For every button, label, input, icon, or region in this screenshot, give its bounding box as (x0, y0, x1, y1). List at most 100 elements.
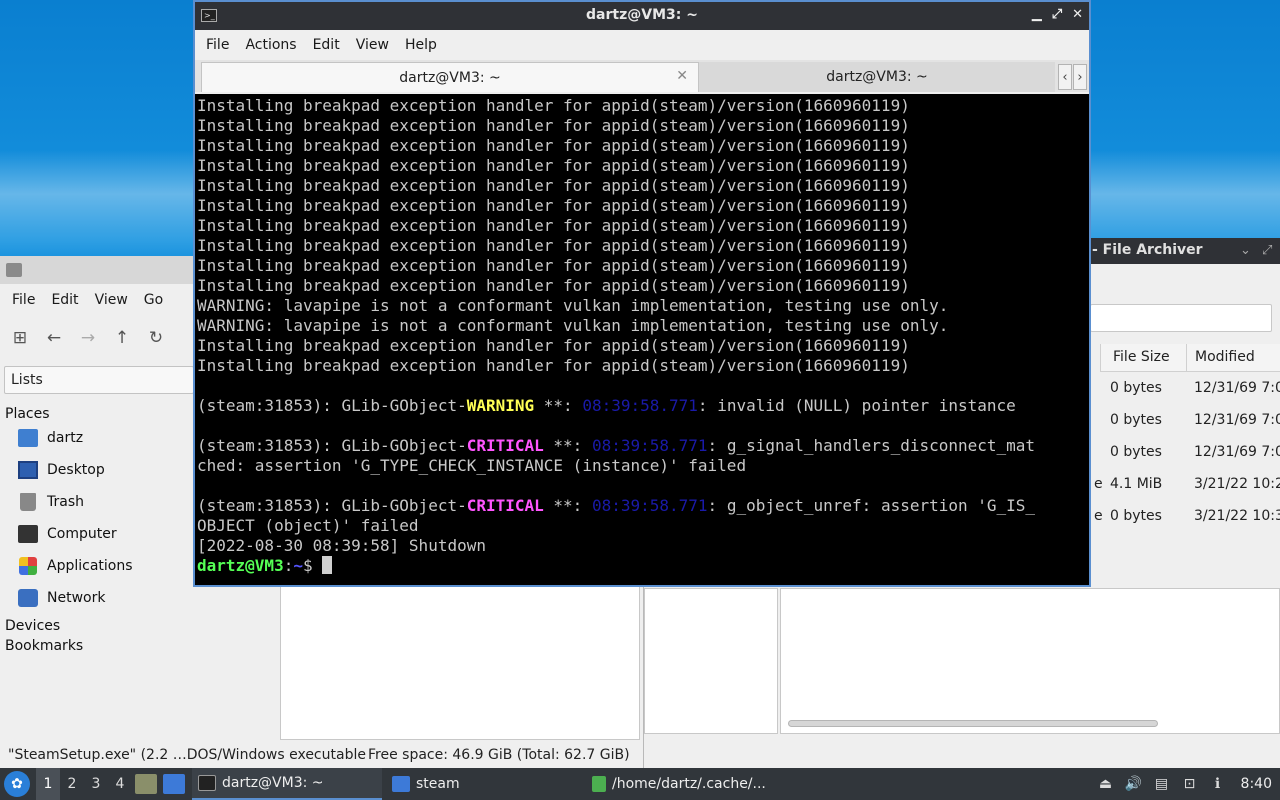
log-source: (steam:31853): GLib-GObject- (197, 396, 467, 415)
output-line: Installing breakpad exception handler fo… (197, 276, 910, 295)
archiver-location-field[interactable] (1090, 304, 1272, 332)
row-name-fragment: e (1094, 476, 1103, 492)
tab-label: dartz@VM3: ~ (826, 69, 928, 85)
start-menu-icon[interactable]: ✿ (4, 771, 30, 797)
column-file-size[interactable]: File Size (1100, 344, 1186, 371)
output-line: Installing breakpad exception handler fo… (197, 216, 910, 235)
output-line: Installing breakpad exception handler fo… (197, 96, 910, 115)
close-icon[interactable]: ✕ (1072, 7, 1083, 22)
task-label: steam (416, 776, 460, 792)
row-size: 0 bytes (1110, 508, 1162, 524)
table-row[interactable]: e 0 bytes 3/21/22 10:3 (1094, 500, 1280, 532)
file-manager-launcher-icon[interactable] (135, 774, 157, 794)
reload-icon[interactable]: ↻ (146, 328, 166, 348)
log-source: (steam:31853): GLib-GObject- (197, 496, 467, 515)
tab-terminal-1[interactable]: dartz@VM3: ~ ✕ (201, 62, 699, 92)
output-line: Installing breakpad exception handler fo… (197, 196, 910, 215)
menu-view[interactable]: View (87, 292, 136, 308)
horizontal-scrollbar[interactable] (788, 720, 1158, 727)
task-file-archiver[interactable]: /home/dartz/.cache/... (586, 768, 806, 800)
minimize-icon[interactable]: ▁ (1032, 7, 1042, 22)
output-line-warning: (steam:31853): GLib-GObject-WARNING **: … (197, 396, 1087, 416)
output-line: Installing breakpad exception handler fo… (197, 236, 910, 255)
workspace-4[interactable]: 4 (108, 768, 132, 800)
eject-icon[interactable]: ⏏ (1097, 775, 1115, 793)
chevron-right-icon[interactable]: › (1073, 64, 1087, 90)
network-icon[interactable]: ⊡ (1181, 775, 1199, 793)
menu-go[interactable]: Go (136, 292, 171, 308)
output-line: WARNING: lavapipe is not a conformant vu… (197, 296, 949, 315)
text-cursor (322, 556, 333, 574)
output-line: Installing breakpad exception handler fo… (197, 356, 910, 375)
terminal-title: dartz@VM3: ~ (586, 7, 698, 23)
status-selection: "SteamSetup.exe" (2.2 …DOS/Windows execu… (8, 747, 366, 763)
notification-icon[interactable]: ℹ (1209, 775, 1227, 793)
sidebar-item-label: dartz (47, 430, 84, 446)
workspace-3[interactable]: 3 (84, 768, 108, 800)
table-row[interactable]: 0 bytes 12/31/69 7:00 (1100, 436, 1280, 468)
row-name-fragment: e (1094, 508, 1103, 524)
minimize-icon[interactable]: ⌄ (1240, 243, 1251, 258)
forward-arrow-icon[interactable]: → (78, 328, 98, 348)
status-free-space: Free space: 46.9 GiB (Total: 62.7 GiB) (368, 747, 630, 763)
terminal-menubar: File Actions Edit View Help (195, 30, 1089, 60)
archiver-folder-pane[interactable] (644, 588, 778, 734)
devices-heading[interactable]: Devices (0, 614, 278, 638)
terminal-output[interactable]: Installing breakpad exception handler fo… (195, 94, 1089, 585)
task-label: dartz@VM3: ~ (222, 775, 324, 791)
clock[interactable]: 8:40 (1241, 776, 1272, 792)
output-line: ched: assertion 'G_TYPE_CHECK_INSTANCE (… (197, 456, 747, 475)
computer-icon (18, 525, 38, 543)
sidebar-item-label: Desktop (47, 462, 105, 478)
close-tab-icon[interactable]: ✕ (676, 68, 688, 84)
volume-icon[interactable]: 🔊 (1125, 775, 1143, 793)
output-line: Installing breakpad exception handler fo… (197, 336, 910, 355)
sidebar-item-label: Trash (47, 494, 84, 510)
menu-help[interactable]: Help (397, 37, 445, 53)
log-timestamp: 08:39:58.771 (582, 396, 698, 415)
log-message: : g_object_unref: assertion 'G_IS_ (707, 496, 1036, 515)
row-modified: 12/31/69 7:00 (1194, 412, 1280, 428)
log-timestamp: 08:39:58.771 (591, 496, 708, 515)
maximize-icon[interactable]: ⤢ (1262, 243, 1272, 258)
terminal-icon (198, 775, 216, 791)
back-arrow-icon[interactable]: ← (44, 328, 64, 348)
task-terminal[interactable]: dartz@VM3: ~ (192, 768, 382, 800)
menu-edit[interactable]: Edit (305, 37, 348, 53)
workspace-2[interactable]: 2 (60, 768, 84, 800)
desktop-icon (18, 461, 38, 479)
terminal-titlebar[interactable]: >_ dartz@VM3: ~ ▁ ⤢ ✕ (195, 2, 1089, 30)
new-tab-icon[interactable]: ⊞ (10, 328, 30, 348)
system-tray: ⏏ 🔊 ▤ ⊡ ℹ 8:40 (1097, 775, 1280, 793)
side-pane-mode-select[interactable]: Lists (4, 366, 194, 394)
workspace-1[interactable]: 1 (36, 768, 60, 800)
menu-file[interactable]: File (4, 292, 43, 308)
menu-edit[interactable]: Edit (43, 292, 86, 308)
table-row[interactable]: 0 bytes 12/31/69 7:00 (1100, 404, 1280, 436)
file-list-pane[interactable] (280, 584, 640, 740)
terminal-tab-bar: dartz@VM3: ~ ✕ dartz@VM3: ~ ‹ › (195, 60, 1089, 92)
taskbar: ✿ 1 2 3 4 dartz@VM3: ~ steam /home/dartz… (0, 768, 1280, 800)
menu-file[interactable]: File (198, 37, 237, 53)
archiver-detail-pane[interactable] (780, 588, 1280, 734)
bookmarks-heading[interactable]: Bookmarks (0, 638, 278, 662)
menu-actions[interactable]: Actions (237, 37, 304, 53)
output-line-critical: (steam:31853): GLib-GObject-CRITICAL **:… (197, 436, 1087, 456)
table-row[interactable]: e 4.1 MiB 3/21/22 10:2 (1094, 468, 1280, 500)
log-level-critical: CRITICAL (466, 436, 544, 455)
column-modified[interactable]: Modified (1186, 344, 1280, 371)
archiver-title: - File Archiver (1092, 242, 1203, 258)
folder-icon (392, 776, 410, 792)
show-desktop-icon[interactable] (163, 774, 185, 794)
maximize-icon[interactable]: ⤢ (1052, 7, 1062, 22)
clipboard-icon[interactable]: ▤ (1153, 775, 1171, 793)
menu-view[interactable]: View (348, 37, 397, 53)
up-arrow-icon[interactable]: ↑ (112, 328, 132, 348)
log-message: : invalid (NULL) pointer instance (697, 396, 1016, 415)
tab-terminal-2[interactable]: dartz@VM3: ~ (699, 62, 1055, 92)
shell-prompt[interactable]: dartz@VM3:~$ (197, 556, 1087, 576)
chevron-left-icon[interactable]: ‹ (1058, 64, 1072, 90)
task-steam-folder[interactable]: steam (386, 768, 582, 800)
table-row[interactable]: 0 bytes 12/31/69 7:00 (1100, 372, 1280, 404)
